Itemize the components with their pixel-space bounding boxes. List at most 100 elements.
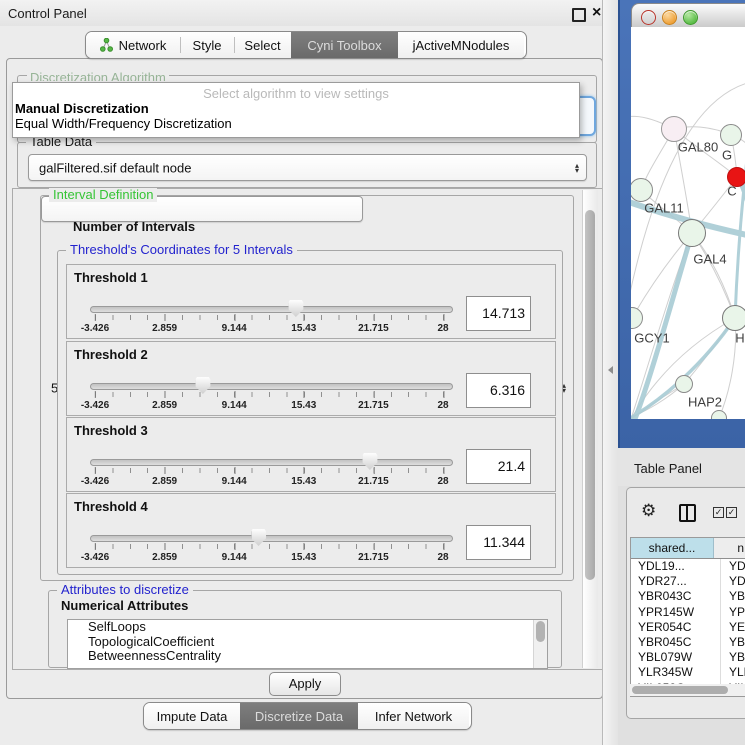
slider-track[interactable]: [90, 535, 453, 542]
threshold-2-panel: Threshold 2 -3.426 2.859 9.144 15.43 21.…: [66, 341, 556, 416]
cell[interactable]: YDR27...: [631, 574, 721, 589]
close-traffic-light-icon[interactable]: [641, 10, 656, 25]
interval-definition-group: Interval Definition Number of Intervals …: [40, 195, 574, 581]
network-icon: [100, 38, 113, 52]
threshold-1-value-field[interactable]: 14.713: [466, 296, 531, 331]
algorithm-placeholder: Select algorithm to view settings: [13, 83, 579, 101]
network-node-label: HAP2: [688, 395, 722, 410]
gear-icon[interactable]: ⚙: [641, 501, 656, 521]
network-node-label: C: [727, 184, 736, 199]
table-data-combo[interactable]: galFiltered.sif default node ▴▾: [28, 154, 587, 181]
cell[interactable]: YPR145W: [631, 605, 721, 620]
attributes-group: Attributes to discretize Numerical Attri…: [48, 590, 562, 668]
tab-infer-network[interactable]: Infer Network: [358, 703, 469, 729]
tick-label: 9.144: [222, 476, 247, 487]
tick-label: 2.859: [152, 552, 177, 563]
algorithm-option-manual[interactable]: Manual Discretization: [13, 101, 579, 116]
column-header-name[interactable]: n: [714, 538, 745, 558]
tab-style[interactable]: Style: [180, 32, 234, 58]
table-row[interactable]: YPR145WYPR1: [631, 605, 745, 620]
network-node-label: GAL4: [693, 252, 726, 267]
network-canvas[interactable]: GAL80GCGAL11GAL4GCY1HHAP2: [631, 27, 745, 419]
tab-impute-data-label: Impute Data: [157, 709, 228, 724]
threshold-3-panel: Threshold 3 -3.426 2.859 9.144 15.43 21.…: [66, 417, 556, 492]
zoom-traffic-light-icon[interactable]: [683, 10, 698, 25]
network-node[interactable]: [720, 124, 742, 146]
table-row[interactable]: YBL079WYBL0: [631, 650, 745, 665]
numerical-attributes-list[interactable]: SelfLoops TopologicalCoefficient Between…: [67, 619, 548, 669]
table-row[interactable]: YDR27...YDR2: [631, 574, 745, 589]
numerical-attributes-label: Numerical Attributes: [61, 598, 188, 613]
tick-label: 28: [437, 400, 448, 411]
network-node[interactable]: [722, 305, 745, 331]
table-row[interactable]: YER054CYER0: [631, 620, 745, 635]
checkbox-icon[interactable]: ✓: [726, 507, 737, 518]
network-node[interactable]: [675, 375, 693, 393]
tab-cyni-toolbox[interactable]: Cyni Toolbox: [291, 32, 398, 58]
cell[interactable]: YLR3: [721, 665, 745, 680]
network-node[interactable]: [661, 116, 687, 142]
checkbox-icon[interactable]: ✓: [713, 507, 724, 518]
cell[interactable]: YBR043C: [631, 589, 721, 604]
cell[interactable]: YER054C: [631, 620, 721, 635]
cell[interactable]: YBR0: [721, 589, 745, 604]
cell[interactable]: YDR2: [721, 574, 745, 589]
cell[interactable]: YBL0: [721, 650, 745, 665]
network-node[interactable]: [711, 410, 727, 419]
cell[interactable]: YPR1: [721, 605, 745, 620]
tab-network[interactable]: Network: [86, 32, 180, 58]
minimize-traffic-light-icon[interactable]: [662, 10, 677, 25]
network-window-titlebar[interactable]: [631, 3, 745, 29]
interval-definition-title: Interval Definition: [49, 188, 157, 202]
settings-vertical-scrollbar[interactable]: [582, 190, 598, 668]
tab-impute-data[interactable]: Impute Data: [144, 703, 240, 729]
tab-select[interactable]: Select: [234, 32, 291, 58]
columns-icon[interactable]: [679, 504, 696, 522]
tab-infer-network-label: Infer Network: [375, 709, 452, 724]
network-node-label: GAL80: [678, 140, 718, 155]
scrollbar-thumb[interactable]: [632, 686, 728, 694]
tick-label: 21.715: [358, 323, 389, 334]
splitter-handle-icon[interactable]: [608, 366, 613, 374]
close-icon[interactable]: ×: [592, 4, 601, 22]
threshold-1-panel: Threshold 1 -3.426 2.859 9.144 15.43 21.…: [66, 264, 556, 339]
cell[interactable]: YBL079W: [631, 650, 721, 665]
tick-label: 9.144: [222, 552, 247, 563]
cell[interactable]: YLR345W: [631, 665, 721, 680]
table-row[interactable]: YBR043CYBR0: [631, 589, 745, 604]
slider-ticks: [95, 544, 444, 549]
table-horizontal-scrollbar[interactable]: [630, 684, 745, 696]
attributes-list-scrollbar[interactable]: [533, 620, 547, 668]
column-header-shared-name[interactable]: shared...: [631, 538, 714, 558]
scrollbar-thumb[interactable]: [585, 210, 595, 580]
algorithm-option-equal-width[interactable]: Equal Width/Frequency Discretization: [13, 116, 579, 131]
table-data-combo-value: galFiltered.sif default node: [39, 160, 191, 175]
cell[interactable]: YDL1: [721, 559, 745, 574]
list-item[interactable]: BetweennessCentrality: [68, 649, 547, 664]
network-node[interactable]: [678, 219, 706, 247]
slider-track[interactable]: [90, 306, 453, 313]
slider-track[interactable]: [90, 459, 453, 466]
tick-label: 2.859: [152, 476, 177, 487]
cyni-bottom-tabbar: Impute Data Discretize Data Infer Networ…: [143, 702, 472, 730]
tick-label: 2.859: [152, 323, 177, 334]
cell[interactable]: YER0: [721, 620, 745, 635]
tab-discretize-data[interactable]: Discretize Data: [240, 703, 358, 729]
cell[interactable]: YBR045C: [631, 635, 721, 650]
table-row[interactable]: YBR045CYBR0: [631, 635, 745, 650]
threshold-2-value-field[interactable]: 6.316: [466, 373, 531, 408]
list-item[interactable]: SelfLoops: [68, 620, 547, 635]
tab-jactivemnodules[interactable]: jActiveMNodules: [398, 32, 524, 58]
node-table[interactable]: shared... n YDL19...YDL1 YDR27...YDR2 YB…: [630, 537, 745, 697]
float-window-icon[interactable]: [572, 8, 586, 22]
threshold-4-value-field[interactable]: 11.344: [466, 525, 531, 560]
apply-button[interactable]: Apply: [269, 672, 341, 696]
table-row[interactable]: YLR345WYLR3: [631, 665, 745, 680]
list-item[interactable]: TopologicalCoefficient: [68, 635, 547, 650]
slider-track[interactable]: [90, 383, 453, 390]
cell[interactable]: YBR0: [721, 635, 745, 650]
network-node-label: H: [735, 331, 744, 346]
table-row[interactable]: YDL19...YDL1: [631, 559, 745, 574]
threshold-3-value-field[interactable]: 21.4: [466, 449, 531, 484]
cell[interactable]: YDL19...: [631, 559, 721, 574]
